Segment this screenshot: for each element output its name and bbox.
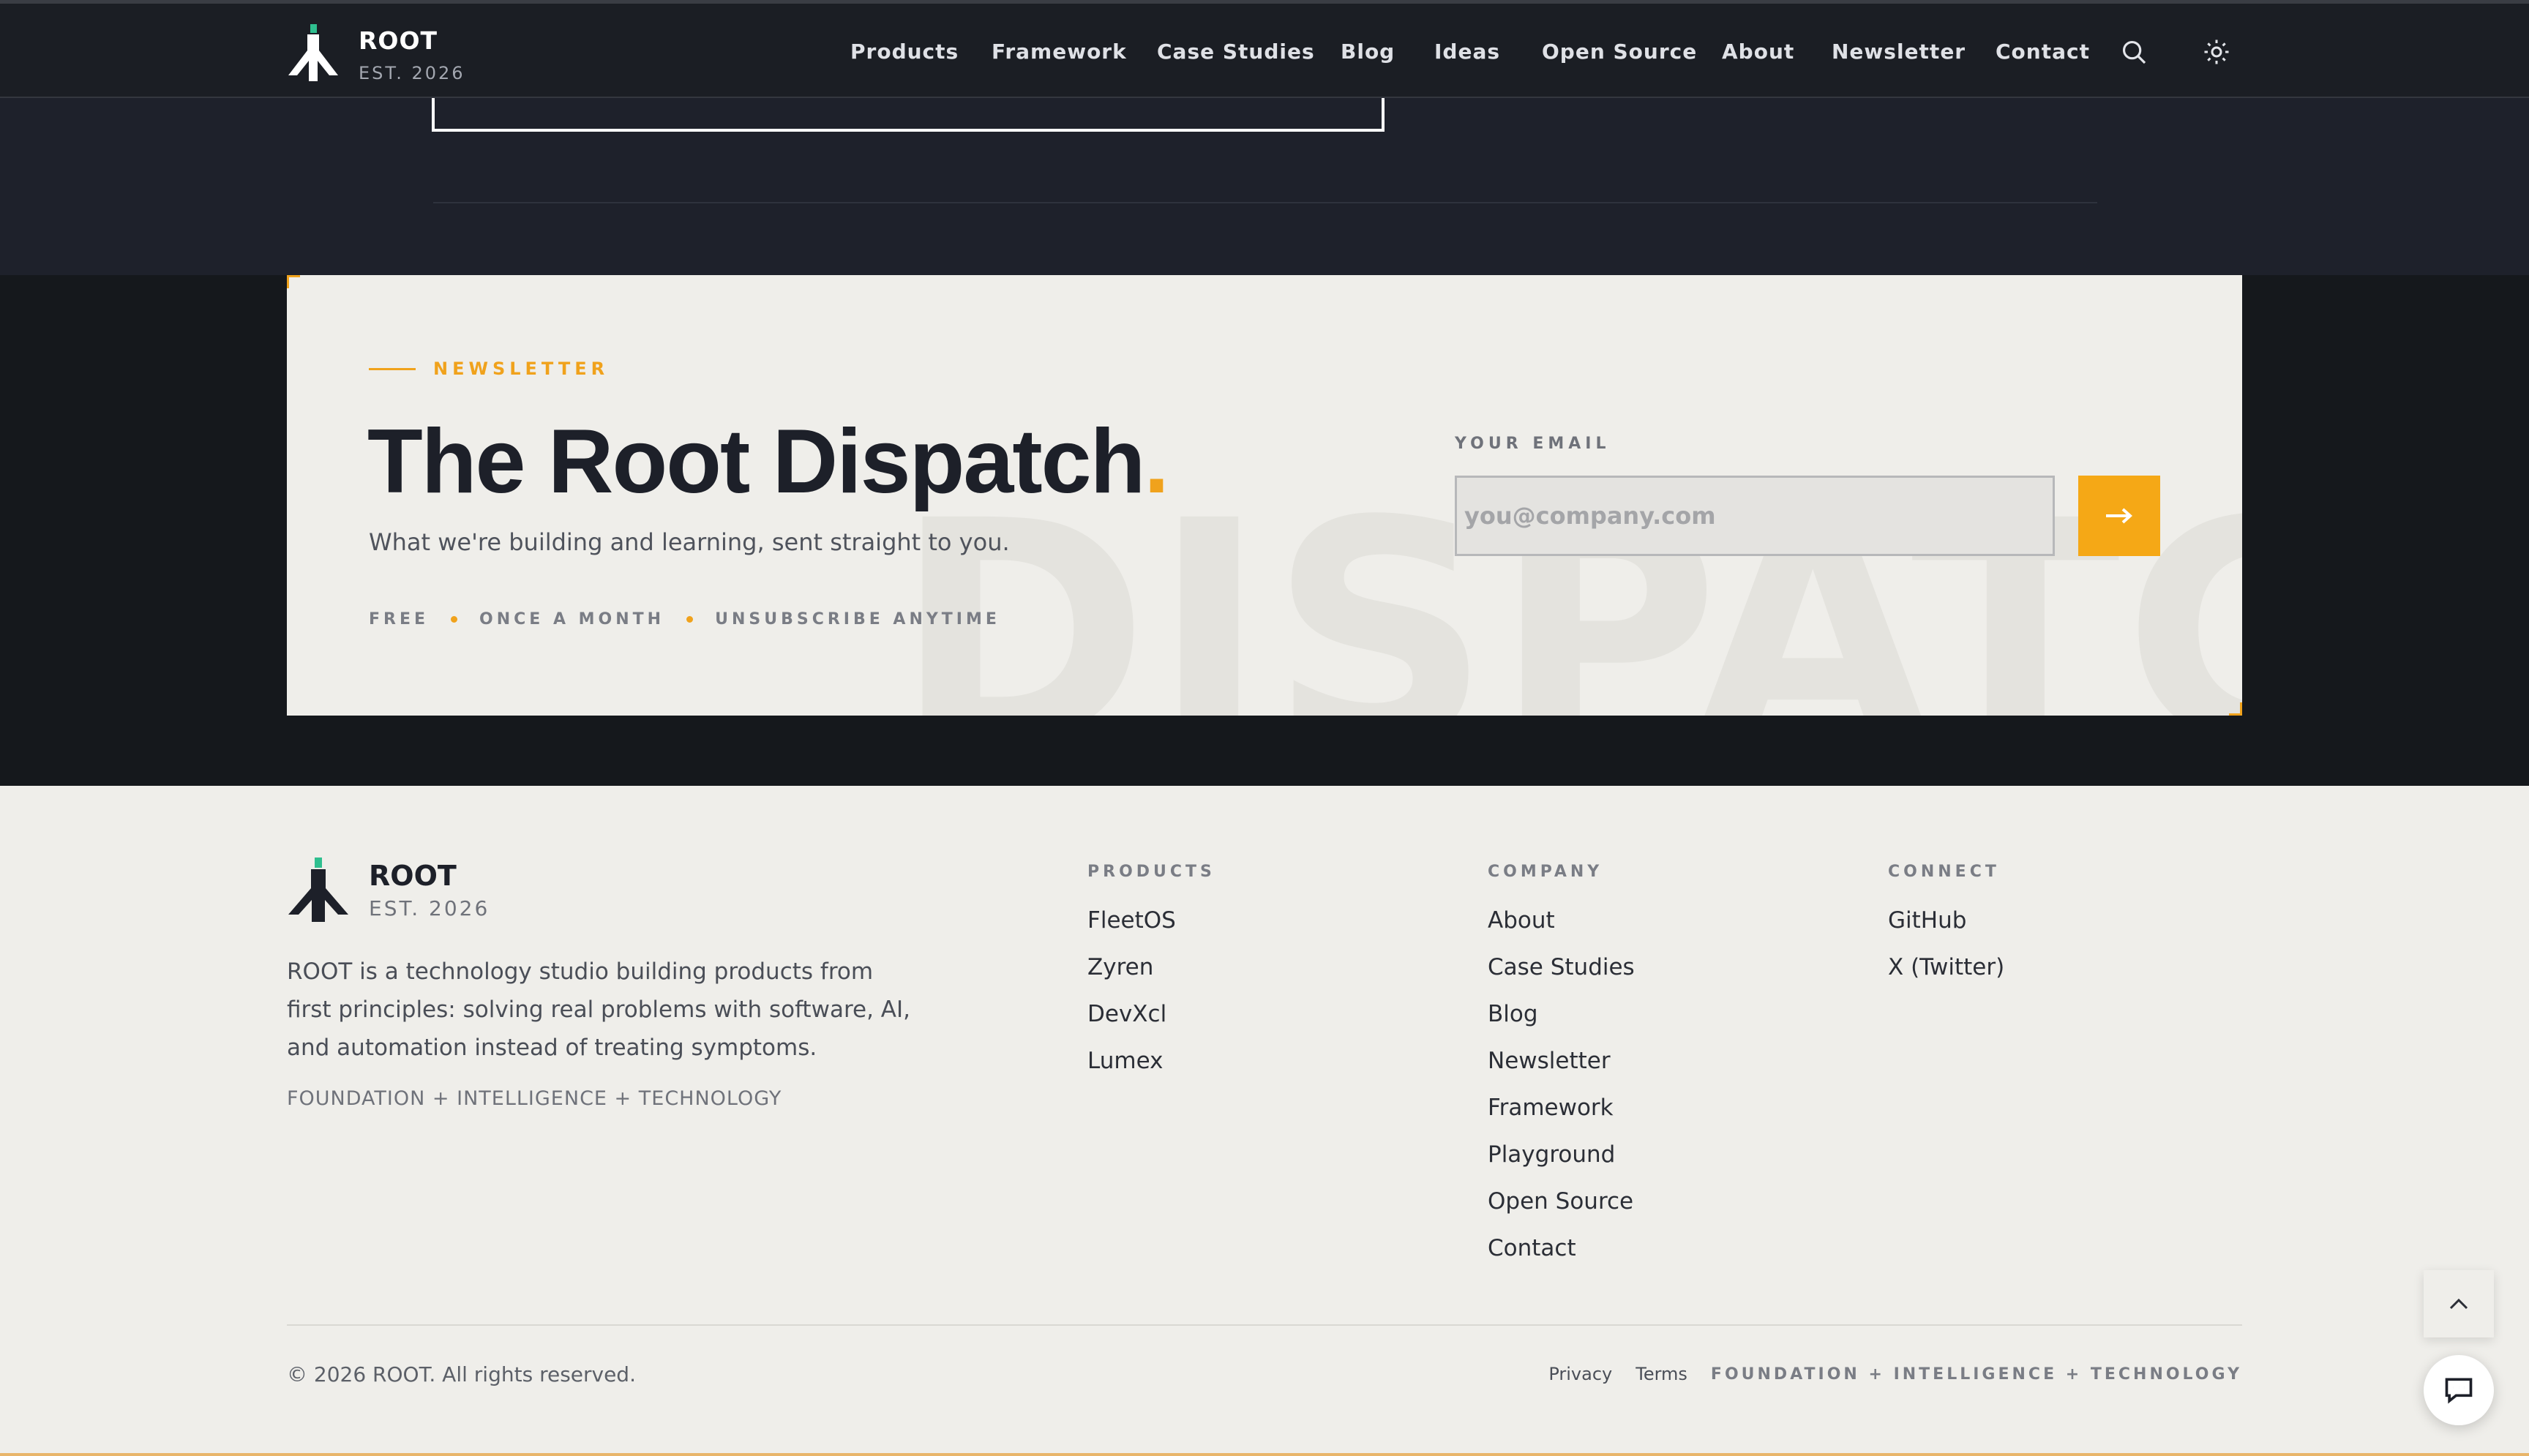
footer-link-case-studies[interactable]: Case Studies [1488,944,1635,991]
scroll-to-top-button[interactable] [2424,1270,2494,1337]
sun-icon [2204,40,2229,64]
footer-divider [287,1324,2242,1326]
footer-link-fleetos[interactable]: FleetOS [1087,897,1215,944]
footer-column-connect: CONNECT GitHub X (Twitter) [1888,858,2004,991]
footer-legal-links: Privacy Terms FOUNDATION + INTELLIGENCE … [1548,1364,2242,1384]
footer-link-framework[interactable]: Framework [1488,1084,1635,1131]
footer-column-title: CONNECT [1888,863,2000,881]
footer-logo-est: EST. 2026 [369,896,490,920]
footer-description: ROOT is a technology studio building pro… [287,958,910,1061]
main-nav: Products Framework Case Studies Blog Ide… [0,4,2529,99]
tag-separator [451,616,458,623]
footer-column-company: COMPANY About Case Studies Blog Newslett… [1488,858,1635,1272]
newsletter-eyebrow: NEWSLETTER [369,359,609,379]
footer-column-products: PRODUCTS FleetOS Zyren DevXcl Lumex [1087,858,1215,1084]
footer-link-lumex[interactable]: Lumex [1087,1037,1215,1084]
newsletter-band: DISPATCH NEWSLETTER The Root Dispatch. W… [0,275,2529,786]
search-icon [2122,40,2146,64]
footer-link-zyren[interactable]: Zyren [1087,944,1215,991]
search-button[interactable] [2115,33,2153,71]
email-input[interactable] [1455,476,2055,556]
arrow-right-icon [2106,508,2132,524]
tag-separator [686,616,694,623]
tag-unsubscribe: UNSUBSCRIBE ANYTIME [715,610,1000,628]
theme-toggle-button[interactable] [2198,33,2236,71]
subscribe-button[interactable] [2078,476,2160,556]
nav-ideas[interactable]: Ideas [1434,36,1500,68]
site-header: ROOT EST. 2026 Products Framework Case S… [0,0,2529,98]
nav-case-studies[interactable]: Case Studies [1157,36,1315,68]
section-divider [433,202,2097,203]
footer-link-github[interactable]: GitHub [1888,897,2004,944]
footer-link-contact[interactable]: Contact [1488,1225,1635,1272]
chevron-up-icon [2449,1298,2468,1310]
footer-motto-small: FOUNDATION + INTELLIGENCE + TECHNOLOGY [1710,1365,2242,1384]
terms-link[interactable]: Terms [1636,1364,1687,1384]
nav-about[interactable]: About [1722,36,1794,68]
corner-accent [2229,702,2242,716]
footer-link-blog[interactable]: Blog [1488,991,1635,1037]
footer-link-about[interactable]: About [1488,897,1635,944]
footer-column-title: PRODUCTS [1087,863,1215,881]
site-footer: ROOT EST. 2026 ROOT is a technology stud… [0,786,2529,1456]
tag-free: FREE [369,610,430,628]
newsletter-subtitle: What we're building and learning, sent s… [369,528,1010,556]
footer-link-twitter[interactable]: X (Twitter) [1888,944,2004,991]
footer-link-open-source[interactable]: Open Source [1488,1178,1635,1225]
newsletter-tags: FREE ONCE A MONTH UNSUBSCRIBE ANYTIME [369,610,1000,628]
footer-link-newsletter[interactable]: Newsletter [1488,1037,1635,1084]
eyebrow-line [369,367,416,370]
footer-logo[interactable]: ROOT EST. 2026 [287,858,490,922]
privacy-link[interactable]: Privacy [1548,1364,1612,1384]
chat-icon [2445,1378,2473,1404]
nav-framework[interactable]: Framework [992,36,1127,68]
title-dot: . [1144,411,1169,512]
footer-column-title: COMPANY [1488,863,1603,881]
previous-section [0,91,2529,275]
corner-accent [287,275,300,288]
chat-button[interactable] [2424,1355,2494,1425]
nav-products[interactable]: Products [850,36,959,68]
footer-link-playground[interactable]: Playground [1488,1131,1635,1178]
footer-motto: FOUNDATION + INTELLIGENCE + TECHNOLOGY [287,1087,782,1110]
newsletter-title-text: The Root Dispatch [367,411,1145,512]
footer-logo-name: ROOT [369,860,457,892]
nav-open-source[interactable]: Open Source [1542,36,1697,68]
root-logo-icon [288,858,348,922]
nav-newsletter[interactable]: Newsletter [1832,36,1966,68]
newsletter-title: The Root Dispatch. [367,407,1169,517]
eyebrow-label: NEWSLETTER [433,359,610,379]
nav-blog[interactable]: Blog [1341,36,1395,68]
newsletter-card: DISPATCH NEWSLETTER The Root Dispatch. W… [287,275,2242,716]
copyright: © 2026 ROOT. All rights reserved. [287,1362,636,1386]
email-label: YOUR EMAIL [1455,435,1611,453]
footer-link-devxcl[interactable]: DevXcl [1087,991,1215,1037]
tag-frequency: ONCE A MONTH [479,610,665,628]
nav-contact[interactable]: Contact [1996,36,2090,68]
